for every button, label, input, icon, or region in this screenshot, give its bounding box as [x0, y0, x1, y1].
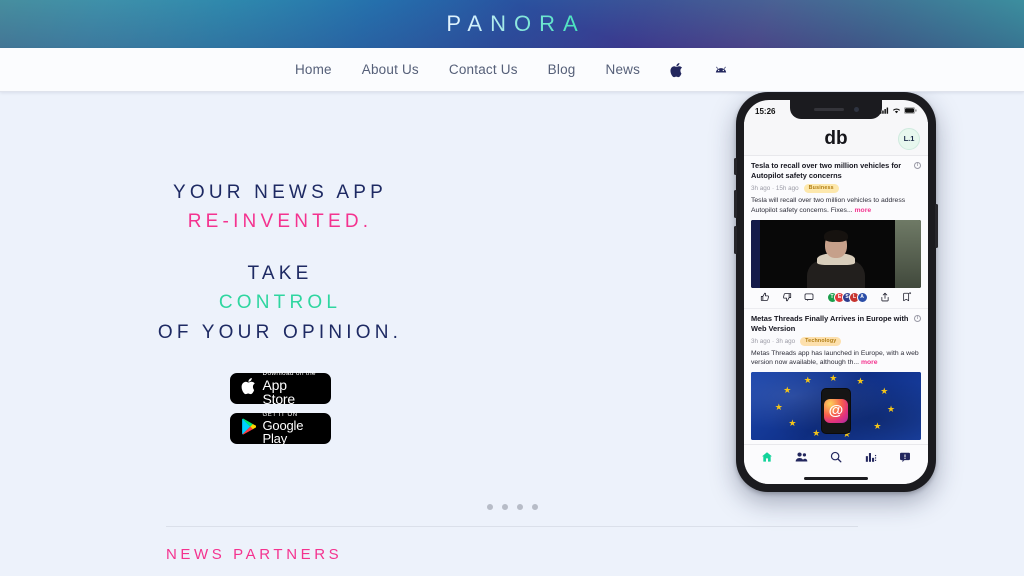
carousel-dot[interactable]: [501, 504, 508, 510]
news-partners-section: NEWS PARTNERS Below is a list of our cur…: [166, 527, 858, 576]
eu-star-icon: ★: [887, 404, 896, 415]
app-store-badge-label: App Store: [262, 377, 296, 408]
home-indicator: [744, 472, 928, 484]
thumbs-down-icon[interactable]: [782, 292, 792, 302]
tab-home[interactable]: [761, 450, 773, 468]
news-card[interactable]: Tesla to recall over two million vehicle…: [744, 156, 928, 308]
tab-alerts[interactable]: [899, 450, 911, 468]
hero-text-column: YOUR NEWS APP RE-INVENTED. TAKE CONTROL …: [0, 92, 560, 447]
eu-star-icon: ★: [812, 428, 821, 439]
share-icon[interactable]: [880, 292, 890, 302]
news-feed[interactable]: Tesla to recall over two million vehicle…: [744, 156, 928, 444]
android-icon[interactable]: [713, 64, 729, 76]
news-card-title: Tesla to recall over two million vehicle…: [751, 161, 921, 181]
home-indicator-bar: [804, 476, 868, 480]
status-time: 15:26: [755, 106, 776, 116]
app-header: db L.1: [744, 122, 928, 156]
image-backdrop-left: [751, 219, 760, 288]
carousel-dot[interactable]: [486, 504, 493, 510]
headline-line-5: OF YOUR OPINION.: [157, 321, 403, 343]
news-card-image: [751, 219, 921, 288]
info-icon[interactable]: i: [914, 162, 921, 169]
phone-mockup: 15:26 db L.1 Tesla to recall over two mi…: [734, 92, 938, 492]
carousel-dot[interactable]: [531, 504, 538, 510]
wifi-icon: [892, 107, 901, 116]
google-play-icon: [241, 418, 256, 440]
phone-power-button: [935, 204, 938, 248]
phone-volume-down-button: [734, 226, 737, 254]
tab-people[interactable]: [795, 450, 808, 468]
tab-stats[interactable]: [865, 450, 877, 468]
threads-phone-photo: @: [821, 388, 851, 435]
eu-star-icon: ★: [788, 418, 797, 429]
eu-star-icon: ★: [829, 373, 838, 384]
phone-screen: 15:26 db L.1 Tesla to recall over two mi…: [744, 100, 928, 484]
hero-headline: YOUR NEWS APP RE-INVENTED. TAKE CONTROL …: [158, 178, 402, 347]
signal-icon: [880, 107, 889, 116]
eu-star-icon: ★: [774, 402, 783, 413]
partners-title: NEWS PARTNERS: [166, 546, 343, 563]
threads-logo-icon: @: [824, 399, 848, 424]
nav-item-home[interactable]: Home: [295, 62, 332, 77]
news-card-body: Metas Threads app has launched in Europe…: [751, 349, 919, 367]
headline-spacer: [158, 237, 402, 259]
store-badges: Download on the App Store GET IT ON Goog…: [229, 370, 331, 447]
news-card-meta: 3h ago · 3h ago Technology: [751, 336, 921, 346]
info-icon[interactable]: i: [914, 314, 921, 322]
news-card[interactable]: Metas Threads Finally Arrives in Europe …: [744, 307, 928, 441]
phone-volume-up-button: [734, 190, 737, 218]
apple-icon: [241, 377, 256, 400]
headline-line-4: CONTROL: [218, 292, 342, 314]
hero-section: YOUR NEWS APP RE-INVENTED. TAKE CONTROL …: [0, 92, 1024, 526]
news-card-body: Tesla will recall over two million vehic…: [751, 196, 906, 214]
news-card-tag[interactable]: Technology: [800, 336, 842, 346]
google-play-badge[interactable]: GET IT ON Google Play: [229, 412, 331, 447]
headline-line-2: RE-INVENTED.: [187, 211, 373, 233]
read-more-link[interactable]: more: [855, 207, 872, 214]
apple-icon[interactable]: [670, 62, 683, 78]
eu-star-icon: ★: [803, 375, 812, 386]
eu-star-icon: ★: [856, 376, 865, 387]
eu-star-icon: ★: [880, 386, 889, 397]
eu-star-icon: ★: [873, 421, 882, 432]
site-banner: PANORA: [0, 0, 1024, 48]
news-card-meta: 3h ago · 15h ago Business: [751, 183, 921, 193]
source-avatar: A: [856, 291, 868, 303]
person-photo: [805, 229, 867, 288]
nav-item-news[interactable]: News: [606, 62, 641, 77]
app-logo-glyph: db: [824, 128, 848, 149]
news-card-title: Metas Threads Finally Arrives in Europe …: [751, 314, 921, 334]
status-bar: 15:26: [744, 100, 928, 122]
battery-icon: [903, 106, 917, 116]
headline-line-3: TAKE: [247, 262, 313, 284]
news-card-tag[interactable]: Business: [803, 183, 839, 193]
eu-star-icon: ★: [783, 385, 792, 396]
headline-line-1: YOUR NEWS APP: [172, 182, 387, 203]
avatar[interactable]: L.1: [898, 127, 920, 150]
news-card-time: 3h ago · 15h ago: [751, 184, 799, 192]
image-backdrop-right: [895, 219, 921, 288]
phone-silence-switch: [734, 158, 737, 175]
carousel-dot[interactable]: [516, 504, 523, 510]
read-more-link[interactable]: more: [861, 359, 878, 366]
news-card-image: ★ ★ ★ ★ ★ ★ ★ ★ ★ ★ ★ @: [751, 372, 921, 441]
nav-item-blog[interactable]: Blog: [548, 62, 576, 77]
site-logo: PANORA: [438, 11, 585, 37]
sources-cluster[interactable]: T E S L A: [826, 291, 868, 303]
thumbs-up-icon[interactable]: [760, 292, 770, 302]
news-card-actions: T E S L A: [751, 288, 921, 308]
google-play-badge-label: Google Play: [262, 418, 304, 447]
news-card-time: 3h ago · 3h ago: [751, 337, 796, 345]
main-navigation: Home About Us Contact Us Blog News: [0, 48, 1024, 92]
app-store-badge[interactable]: Download on the App Store: [229, 370, 331, 408]
nav-item-contact-us[interactable]: Contact Us: [449, 62, 518, 77]
person-hair: [824, 229, 848, 242]
tab-search[interactable]: [830, 450, 842, 468]
phone-mockup-column: 15:26 db L.1 Tesla to recall over two mi…: [560, 92, 1024, 526]
nav-item-about-us[interactable]: About Us: [362, 62, 419, 77]
app-tab-bar: [744, 444, 928, 472]
carousel-dots: [0, 504, 1024, 510]
bookmark-icon[interactable]: [902, 292, 912, 302]
comment-icon[interactable]: [804, 292, 814, 302]
